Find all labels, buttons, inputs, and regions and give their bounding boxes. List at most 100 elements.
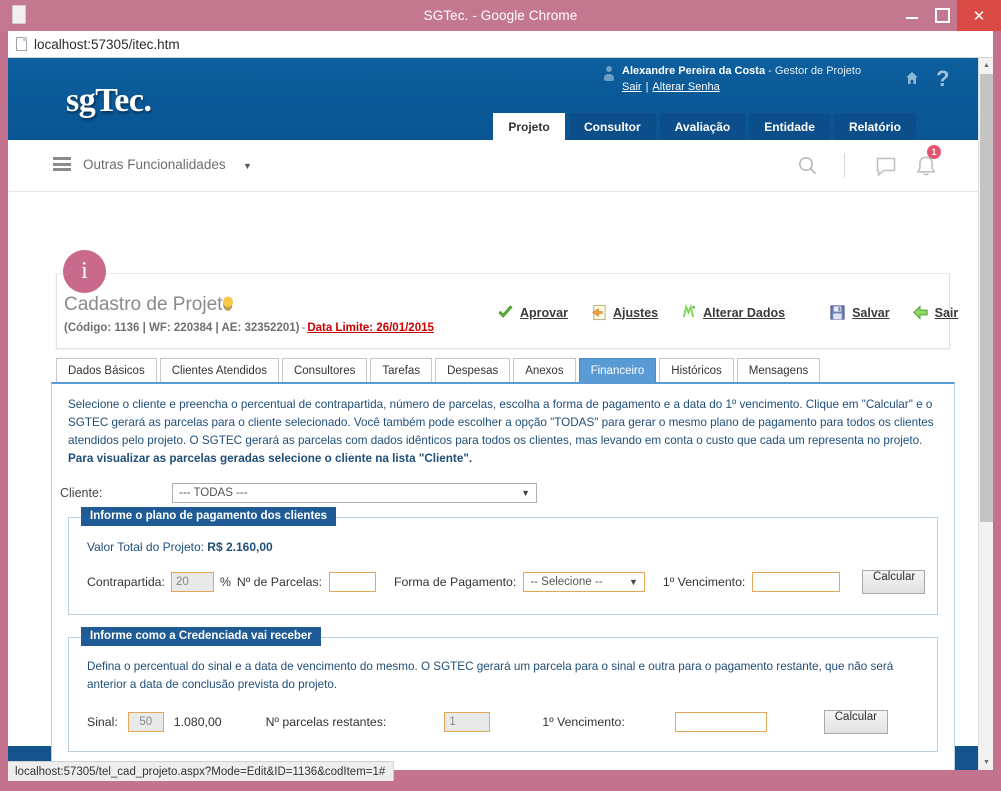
action-sair[interactable]: Sair (912, 304, 959, 321)
page-scrollbar[interactable]: ▲ ▼ (978, 58, 993, 770)
change-password-link[interactable]: Alterar Senha (652, 81, 719, 93)
credenciada-legend: Informe como a Credenciada vai receber (81, 626, 321, 646)
project-actions: Aprovar Ajustes Alterar Dados Salvar Sai… (497, 304, 958, 321)
search-icon[interactable] (796, 154, 820, 178)
parcelas-input[interactable] (329, 571, 376, 592)
chevron-down-icon: ▼ (629, 576, 638, 587)
tab-mensagens[interactable]: Mensagens (736, 358, 821, 382)
web-page: sgTec. Alexandre Pereira da Costa - Gest… (8, 58, 978, 770)
tab-financeiro[interactable]: Financeiro (578, 358, 657, 382)
page-title: Cadastro de Projeto (64, 294, 233, 315)
action-aprovar[interactable]: Aprovar (497, 304, 568, 321)
nav-tab-consultor[interactable]: Consultor (569, 113, 656, 140)
nav-tab-relatorio[interactable]: Relatório (833, 113, 916, 140)
project-codes: (Código: 1136 | WF: 220384 | AE: 3235220… (64, 322, 300, 334)
address-bar[interactable]: localhost:57305/itec.htm (8, 31, 993, 58)
sinal-label: Sinal: (87, 714, 118, 729)
financeiro-intro: Selecione o cliente e preencha o percent… (68, 396, 938, 469)
secondary-toolbar: Outras Funcionalidades ▼ 1 (8, 140, 978, 192)
tab-historicos[interactable]: Históricos (659, 358, 734, 382)
main-navigation: Projeto Consultor Avaliação Entidade Rel… (493, 113, 916, 140)
cliente-select[interactable]: --- TODAS --- ▼ (172, 482, 537, 503)
lightbulb-icon (223, 296, 233, 311)
sinal-amount: 1.080,00 (173, 714, 222, 729)
parcelas-restantes-label: Nº parcelas restantes: (265, 714, 387, 729)
cliente-select-value: --- TODAS --- (179, 486, 248, 499)
brand-logo[interactable]: sgTec. (66, 82, 152, 120)
forma-pagamento-label: Forma de Pagamento: (393, 574, 517, 589)
tab-bar: Dados Básicos Clientes Atendidos Consult… (56, 358, 821, 382)
notification-badge[interactable]: 1 (927, 145, 941, 159)
nav-tab-entidade[interactable]: Entidade (749, 113, 830, 140)
browser-title-bar: SGTec. - Google Chrome ✕ (0, 0, 1001, 31)
credenciada-fields-row: Sinal: 50 1.080,00 Nº parcelas restantes… (87, 709, 925, 734)
plano-vencimento-label: 1º Vencimento: (662, 574, 746, 589)
link-separator: | (645, 80, 649, 93)
hamburger-menu-icon[interactable] (53, 157, 71, 171)
tab-clientes-atendidos[interactable]: Clientes Atendidos (159, 358, 279, 382)
tab-tarefas[interactable]: Tarefas (370, 358, 433, 382)
action-aprovar-label[interactable]: Aprovar (520, 306, 568, 320)
chevron-down-icon[interactable]: ▼ (243, 161, 252, 171)
deadline-text[interactable]: Data Limite: 26/01/2015 (307, 322, 434, 334)
page-info-icon (16, 37, 27, 51)
contrapartida-input[interactable]: 20 (170, 571, 214, 592)
scroll-up-arrow[interactable]: ▲ (979, 58, 993, 73)
project-meta: (Código: 1136 | WF: 220384 | AE: 3235220… (64, 322, 434, 334)
forma-pagamento-value: -- Selecione -- (530, 575, 603, 588)
forma-pagamento-select[interactable]: -- Selecione -- ▼ (523, 571, 645, 592)
credenciada-fieldset: Informe como a Credenciada vai receber D… (68, 626, 938, 752)
action-alterar-dados-label[interactable]: Alterar Dados (703, 306, 785, 320)
tab-dados-basicos[interactable]: Dados Básicos (56, 358, 157, 382)
plano-pagamento-fieldset: Informe o plano de pagamento dos cliente… (68, 506, 938, 615)
nav-tab-avaliacao[interactable]: Avaliação (659, 113, 746, 140)
credenciada-vencimento-label: 1º Vencimento: (542, 714, 625, 729)
plano-pagamento-legend: Informe o plano de pagamento dos cliente… (81, 506, 337, 526)
help-icon[interactable]: ? (936, 66, 949, 92)
url-text: localhost:57305/itec.htm (34, 36, 180, 52)
action-alterar-dados[interactable]: Alterar Dados (680, 304, 785, 321)
user-links: Sair | Alterar Senha (622, 80, 861, 96)
home-icon[interactable] (903, 70, 921, 86)
tab-despesas[interactable]: Despesas (435, 358, 511, 382)
tab-anexos[interactable]: Anexos (513, 358, 576, 382)
logout-link[interactable]: Sair (622, 81, 642, 93)
close-button[interactable]: ✕ (957, 0, 1001, 31)
status-url-text: localhost:57305/tel_cad_projeto.aspx?Mod… (15, 765, 386, 778)
valor-total-label: Valor Total do Projeto: (87, 539, 208, 554)
user-avatar-icon (603, 66, 615, 84)
window-title: SGTec. - Google Chrome (423, 8, 578, 23)
cliente-row: Cliente: --- TODAS --- ▼ (60, 482, 954, 503)
credenciada-vencimento-input[interactable] (674, 711, 767, 732)
credenciada-calcular-button[interactable]: Calcular (823, 709, 888, 734)
contrapartida-label: Contrapartida: (87, 574, 165, 589)
plano-vencimento-input[interactable] (752, 571, 841, 592)
plano-fields-row: Contrapartida: 20 % Nº de Parcelas: Form… (87, 569, 925, 594)
action-sair-label[interactable]: Sair (935, 306, 959, 320)
tab-consultores[interactable]: Consultores (281, 358, 368, 382)
nav-tab-projeto[interactable]: Projeto (493, 113, 565, 140)
user-info-block: Alexandre Pereira da Costa - Gestor de P… (603, 64, 861, 96)
action-ajustes-label[interactable]: Ajustes (613, 306, 658, 320)
check-icon (498, 305, 513, 318)
app-header: sgTec. Alexandre Pereira da Costa - Gest… (8, 58, 978, 140)
action-salvar-label[interactable]: Salvar (852, 306, 890, 320)
intro-text-part1: Selecione o cliente e preencha o percent… (68, 398, 934, 448)
sinal-input[interactable]: 50 (127, 711, 164, 732)
chat-bubble-icon[interactable] (874, 155, 898, 179)
scroll-down-arrow[interactable]: ▼ (979, 755, 993, 770)
plano-calcular-button[interactable]: Calcular (862, 569, 925, 594)
maximize-button[interactable] (927, 0, 957, 31)
financeiro-panel: Selecione o cliente e preencha o percent… (51, 382, 955, 770)
other-features-label[interactable]: Outras Funcionalidades (83, 157, 226, 172)
edit-data-icon (682, 304, 695, 318)
adjust-icon (592, 304, 606, 321)
user-name-text: Alexandre Pereira da Costa (622, 65, 766, 77)
action-ajustes[interactable]: Ajustes (590, 304, 658, 321)
action-salvar[interactable]: Salvar (829, 304, 890, 321)
info-icon: i (63, 250, 106, 293)
parcelas-restantes-input[interactable]: 1 (444, 711, 491, 732)
percent-label: % (219, 574, 231, 589)
minimize-button[interactable] (897, 0, 927, 31)
scrollbar-thumb[interactable] (980, 74, 993, 522)
